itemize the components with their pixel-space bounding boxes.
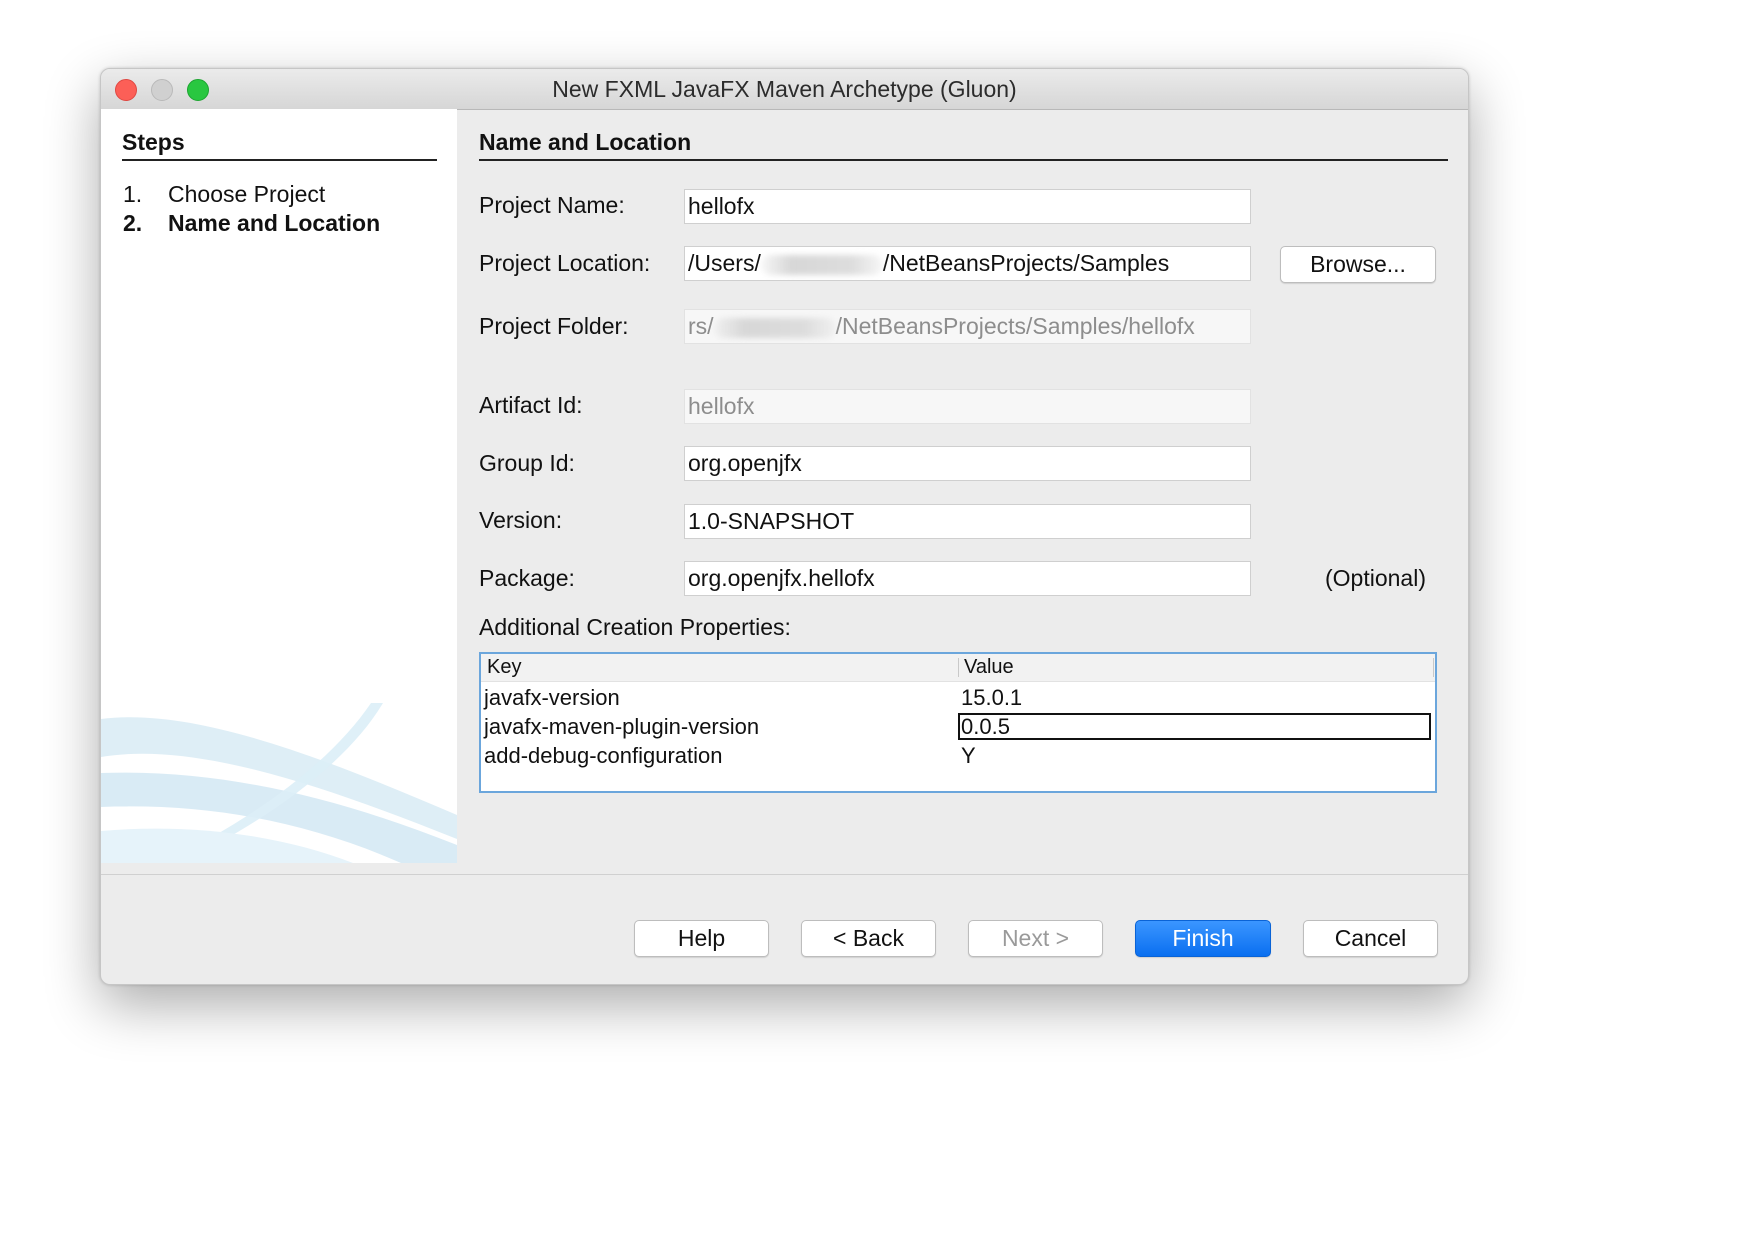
section-title: Name and Location — [479, 129, 692, 155]
project-location-prefix: /Users/ — [688, 250, 761, 276]
column-divider — [1433, 658, 1434, 677]
window-title: New FXML JavaFX Maven Archetype (Gluon) — [552, 76, 1017, 102]
version-label: Version: — [479, 507, 563, 533]
next-button: Next > — [968, 920, 1103, 957]
property-value-editor[interactable]: 0.0.5 — [958, 713, 1431, 740]
value-column-header[interactable]: Value — [964, 654, 1014, 681]
table-row[interactable]: javafx-version 15.0.1 — [481, 683, 1435, 712]
steps-title: Steps — [122, 129, 185, 155]
property-key: javafx-maven-plugin-version — [484, 714, 760, 739]
footer-divider — [101, 874, 1468, 875]
back-button[interactable]: < Back — [801, 920, 936, 957]
steps-divider — [122, 159, 437, 161]
section-divider — [479, 159, 1448, 161]
browse-button[interactable]: Browse... — [1280, 246, 1436, 283]
finish-button[interactable]: Finish — [1135, 920, 1271, 957]
redacted-username — [713, 317, 836, 338]
steps-panel: Steps 1. Choose Project 2. Name and Locati… — [101, 109, 457, 863]
property-key: javafx-version — [484, 685, 620, 710]
step-label: Name and Location — [168, 210, 381, 236]
property-key: add-debug-configuration — [484, 743, 723, 768]
properties-table[interactable]: Key Value javafx-version 15.0.1 javafx-m… — [479, 652, 1437, 793]
main-content: Name and Location Project Name: hellofx … — [479, 109, 1449, 863]
project-location-field[interactable]: /Users/ /NetBeansProjects/Samples — [684, 246, 1251, 281]
step-choose-project: 1. Choose Project — [123, 181, 325, 208]
project-name-label: Project Name: — [479, 192, 625, 218]
project-name-field[interactable]: hellofx — [684, 189, 1251, 224]
project-folder-field: rs/ /NetBeansProjects/Samples/hellofx — [684, 309, 1251, 344]
project-folder-label: Project Folder: — [479, 313, 629, 339]
group-id-field[interactable]: org.openjfx — [684, 446, 1251, 481]
cancel-button[interactable]: Cancel — [1303, 920, 1438, 957]
step-name-and-location: 2. Name and Location — [123, 210, 380, 237]
step-number: 1. — [123, 181, 143, 207]
artifact-id-field: hellofx — [684, 389, 1251, 424]
table-row[interactable]: add-debug-configuration Y — [481, 741, 1435, 770]
column-divider[interactable] — [958, 658, 959, 677]
group-id-label: Group Id: — [479, 450, 575, 476]
step-number: 2. — [123, 210, 143, 236]
project-location-suffix: /NetBeansProjects/Samples — [882, 250, 1170, 276]
artifact-id-label: Artifact Id: — [479, 392, 583, 418]
table-header: Key Value — [481, 654, 1435, 682]
package-optional-note: (Optional) — [1325, 565, 1426, 591]
help-button[interactable]: Help — [634, 920, 769, 957]
project-folder-suffix: /NetBeansProjects/Samples/hellofx — [835, 313, 1195, 339]
project-folder-prefix: rs/ — [688, 313, 714, 339]
additional-properties-label: Additional Creation Properties: — [479, 614, 791, 640]
table-row[interactable]: javafx-maven-plugin-version 0.0.5 — [481, 712, 1435, 741]
key-column-header[interactable]: Key — [487, 654, 521, 681]
title-bar[interactable]: New FXML JavaFX Maven Archetype (Gluon) — [101, 69, 1468, 110]
step-label: Choose Project — [168, 181, 326, 207]
package-field[interactable]: org.openjfx.hellofx — [684, 561, 1251, 596]
property-value[interactable]: Y — [961, 741, 976, 770]
version-field[interactable]: 1.0-SNAPSHOT — [684, 504, 1251, 539]
project-location-label: Project Location: — [479, 250, 651, 276]
package-label: Package: — [479, 565, 575, 591]
wizard-swoosh-graphic — [101, 703, 457, 863]
property-value[interactable]: 15.0.1 — [961, 683, 1022, 712]
redacted-username — [760, 254, 883, 275]
wizard-dialog: New FXML JavaFX Maven Archetype (Gluon) … — [100, 68, 1469, 985]
